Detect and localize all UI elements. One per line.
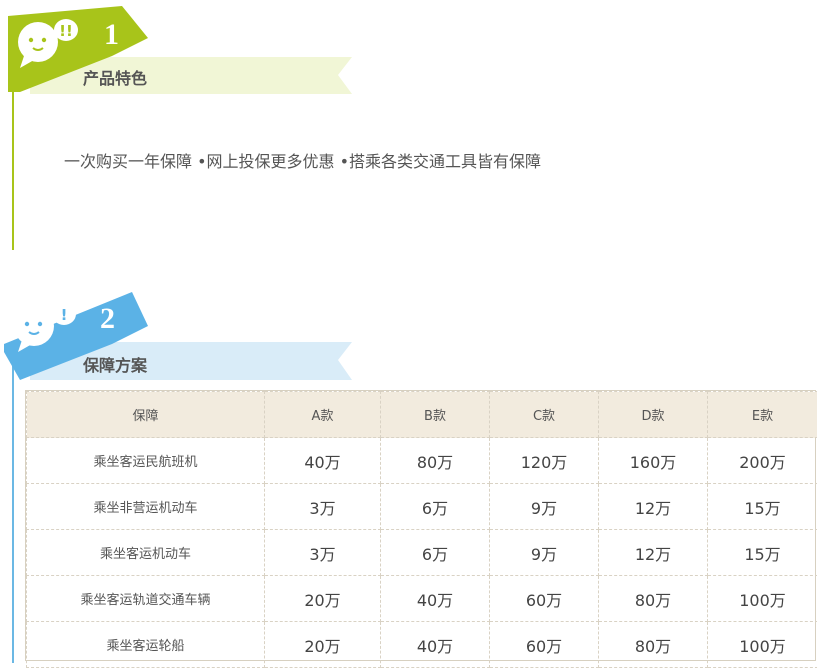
header-plan-c: C款 (490, 392, 599, 438)
table-row: 乘坐客运民航班机 40万 80万 120万 160万 200万 (27, 438, 817, 484)
svg-text:!!: !! (59, 22, 73, 40)
cell-value: 6万 (381, 530, 490, 576)
section1-badge: !! (0, 0, 360, 100)
svg-text:!: ! (61, 306, 68, 324)
row-label: 乘坐非营运机动车 (27, 484, 265, 530)
cell-value: 20万 (265, 576, 381, 622)
row-label: 乘坐客运民航班机 (27, 438, 265, 484)
section2-number: 2 (100, 302, 115, 336)
header-plan-a: A款 (265, 392, 381, 438)
table-row: 乘坐非营运机动车 3万 6万 9万 12万 15万 (27, 484, 817, 530)
section2-title: 保障方案 (83, 352, 147, 376)
row-label: 乘坐客运机动车 (27, 530, 265, 576)
cell-value: 3万 (265, 530, 381, 576)
cell-value: 120万 (490, 438, 599, 484)
cell-value: 12万 (599, 530, 708, 576)
table-row: 乘坐客运轮船 20万 40万 60万 80万 100万 (27, 622, 817, 668)
header-plan-b: B款 (381, 392, 490, 438)
cell-value: 3万 (265, 484, 381, 530)
cell-value: 40万 (381, 576, 490, 622)
table-row: 乘坐客运机动车 3万 6万 9万 12万 15万 (27, 530, 817, 576)
row-label: 乘坐客运轨道交通车辆 (27, 576, 265, 622)
header-coverage: 保障 (27, 392, 265, 438)
cell-value: 9万 (490, 530, 599, 576)
cell-value: 20万 (265, 622, 381, 668)
section1-number: 1 (104, 18, 119, 52)
section2-badge: ! (0, 290, 360, 382)
cell-value: 15万 (708, 530, 817, 576)
cell-value: 15万 (708, 484, 817, 530)
cell-value: 100万 (708, 622, 817, 668)
cell-value: 60万 (490, 576, 599, 622)
cell-value: 9万 (490, 484, 599, 530)
cell-value: 80万 (599, 622, 708, 668)
cell-value: 60万 (490, 622, 599, 668)
section2-timeline-line (12, 352, 14, 663)
cell-value: 40万 (381, 622, 490, 668)
row-label: 乘坐客运轮船 (27, 622, 265, 668)
header-plan-d: D款 (599, 392, 708, 438)
coverage-table-container: 保障 A款 B款 C款 D款 E款 乘坐客运民航班机 40万 80万 120万 … (25, 390, 816, 661)
section1-title: 产品特色 (83, 65, 147, 89)
cell-value: 6万 (381, 484, 490, 530)
cell-value: 80万 (381, 438, 490, 484)
cell-value: 80万 (599, 576, 708, 622)
cell-value: 160万 (599, 438, 708, 484)
section1-timeline-line (12, 90, 14, 250)
cell-value: 40万 (265, 438, 381, 484)
cell-value: 12万 (599, 484, 708, 530)
coverage-table: 保障 A款 B款 C款 D款 E款 乘坐客运民航班机 40万 80万 120万 … (26, 391, 817, 668)
table-row: 乘坐客运轨道交通车辆 20万 40万 60万 80万 100万 (27, 576, 817, 622)
cell-value: 100万 (708, 576, 817, 622)
header-plan-e: E款 (708, 392, 817, 438)
cell-value: 200万 (708, 438, 817, 484)
product-features-text: 一次购买一年保障 •网上投保更多优惠 •搭乘各类交通工具皆有保障 (64, 148, 541, 172)
table-header-row: 保障 A款 B款 C款 D款 E款 (27, 392, 817, 438)
